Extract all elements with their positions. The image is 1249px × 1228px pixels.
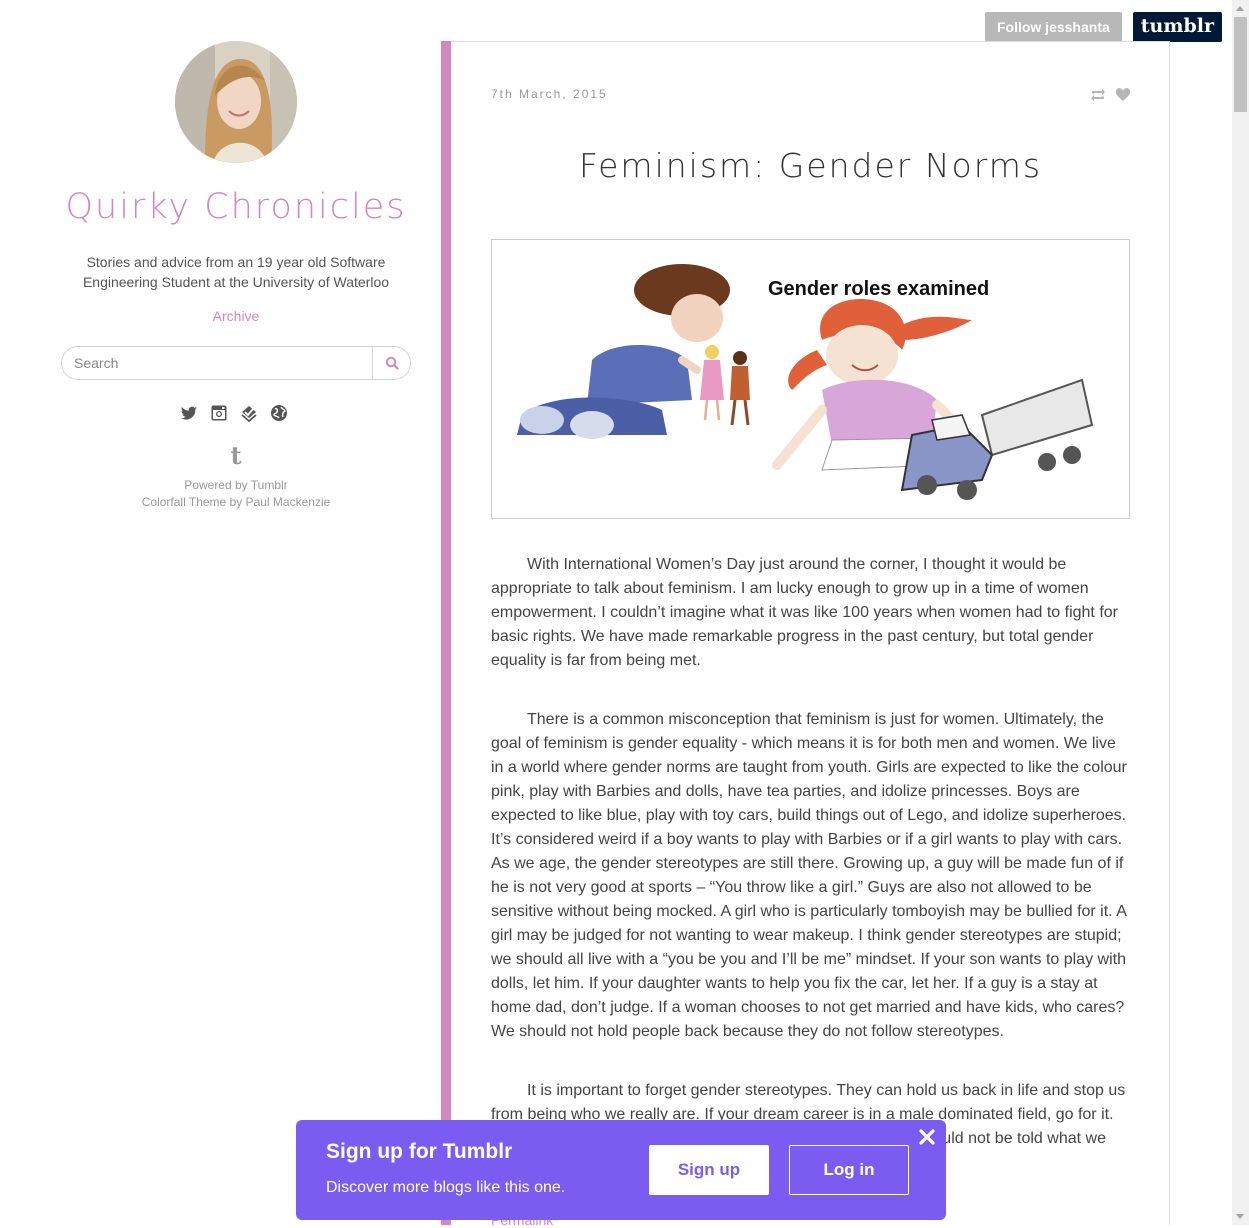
image-caption: Gender roles examined xyxy=(768,278,989,300)
search-input[interactable] xyxy=(62,347,372,379)
top-controls: Follow jesshanta tumblr xyxy=(984,12,1222,42)
scroll-down-arrow-icon[interactable] xyxy=(1236,1214,1244,1219)
blog-title[interactable]: Quirky Chronicles xyxy=(0,187,472,227)
signup-subtitle: Discover more blogs like this one. xyxy=(326,1179,566,1196)
goodreads-icon[interactable] xyxy=(240,404,258,423)
post-paragraph: With International Women’s Day just arou… xyxy=(491,556,1118,669)
scroll-up-arrow-icon[interactable] xyxy=(1236,6,1244,11)
close-icon[interactable] xyxy=(918,1128,936,1146)
accent-bar xyxy=(441,41,451,1225)
login-button[interactable]: Log in xyxy=(789,1145,909,1195)
archive-link[interactable]: Archive xyxy=(0,308,472,324)
post-image: Gender roles examined xyxy=(491,239,1130,519)
avatar[interactable] xyxy=(175,41,297,163)
follow-button[interactable]: Follow jesshanta xyxy=(984,12,1122,42)
search-icon xyxy=(385,356,399,370)
post-paragraph: There is a common misconception that fem… xyxy=(491,711,1127,1040)
twitter-icon[interactable] xyxy=(180,404,198,422)
post-title: Feminism: Gender Norms xyxy=(578,146,1043,185)
social-links xyxy=(180,404,288,423)
search-button[interactable] xyxy=(372,347,410,379)
signup-title: Sign up for Tumblr xyxy=(326,1140,513,1163)
post-date[interactable]: 7th March, 2015 xyxy=(491,87,608,101)
search-box xyxy=(61,346,411,380)
instagram-icon[interactable] xyxy=(210,404,228,422)
like-heart-icon[interactable] xyxy=(1115,88,1131,102)
reblog-icon[interactable] xyxy=(1090,88,1106,102)
credits: Powered by Tumblr Colorfall Theme by Pau… xyxy=(0,477,472,511)
gender-roles-illustration: Gender roles examined xyxy=(517,264,1094,500)
scroll-thumb[interactable] xyxy=(1234,17,1247,112)
theme-credit-link[interactable]: Colorfall Theme by Paul Mackenzie xyxy=(0,494,472,511)
blog-description: Stories and advice from an 19 year old S… xyxy=(82,254,390,290)
globe-icon[interactable] xyxy=(270,404,288,422)
tumblr-icon[interactable]: t xyxy=(0,441,472,470)
signup-banner: Sign up for Tumblr Discover more blogs l… xyxy=(296,1120,946,1220)
post-body: With International Women’s Day just arou… xyxy=(491,553,1131,1210)
signup-button[interactable]: Sign up xyxy=(649,1145,769,1195)
post-actions xyxy=(1090,88,1131,102)
avatar-photo xyxy=(175,41,297,163)
powered-by-link[interactable]: Powered by Tumblr xyxy=(0,477,472,494)
scrollbar[interactable] xyxy=(1232,0,1249,1225)
tumblr-logo[interactable]: tumblr xyxy=(1132,12,1222,42)
